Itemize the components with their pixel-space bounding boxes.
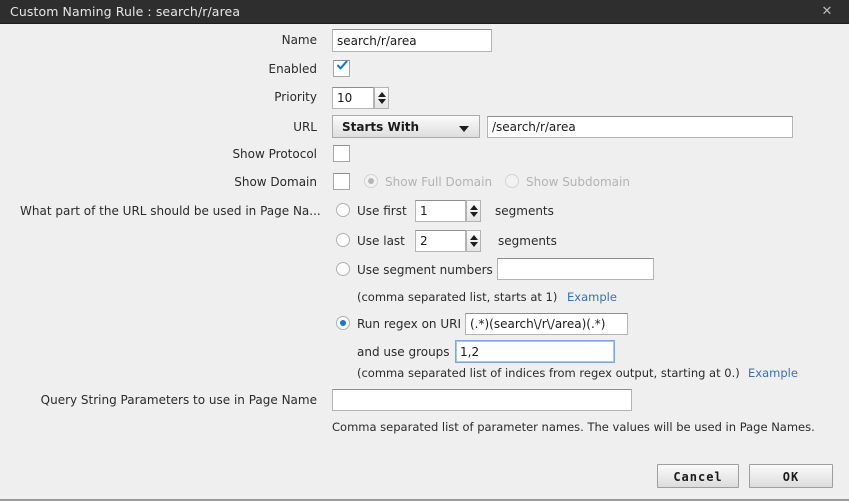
query-string-label: Query String Parameters to use in Page N… (40, 393, 317, 407)
name-input[interactable] (332, 29, 492, 52)
use-first-radio[interactable] (336, 203, 350, 217)
dialog-titlebar: Custom Naming Rule : search/r/area ✕ (0, 0, 849, 24)
stepper-up-icon[interactable] (470, 205, 478, 210)
url-part-question-label: What part of the URL should be used in P… (20, 204, 321, 218)
use-first-suffix-label: segments (495, 204, 554, 218)
segments-example-link[interactable]: Example (567, 290, 617, 304)
enabled-label: Enabled (268, 62, 318, 76)
stepper-up-icon[interactable] (378, 92, 386, 97)
show-protocol-label: Show Protocol (232, 147, 317, 161)
url-match-type-dropdown[interactable]: Starts With (332, 115, 480, 138)
show-domain-checkbox[interactable] (333, 173, 350, 190)
url-label: URL (293, 120, 317, 134)
show-domain-label: Show Domain (234, 175, 317, 189)
stepper-down-icon[interactable] (470, 212, 478, 217)
priority-label: Priority (274, 90, 317, 104)
check-icon (336, 60, 348, 70)
url-match-type-value: Starts With (342, 120, 420, 134)
cancel-button[interactable]: Cancel (657, 464, 739, 488)
enabled-checkbox[interactable] (333, 60, 350, 77)
query-string-hint: Comma separated list of parameter names.… (332, 420, 815, 434)
url-value-input[interactable] (487, 116, 793, 138)
segments-hint: (comma separated list, starts at 1) (357, 290, 558, 304)
and-use-groups-label: and use groups (357, 345, 450, 359)
use-first-stepper[interactable] (466, 200, 481, 222)
query-string-input[interactable] (332, 389, 632, 411)
use-last-input[interactable] (415, 230, 466, 252)
use-first-input[interactable] (415, 200, 466, 222)
close-icon[interactable]: ✕ (819, 4, 835, 20)
use-segment-numbers-input[interactable] (497, 258, 654, 280)
stepper-up-icon[interactable] (470, 235, 478, 240)
use-first-label: Use first (357, 204, 407, 218)
use-last-radio[interactable] (336, 233, 350, 247)
groups-hint: (comma separated list of indices from re… (357, 366, 740, 380)
show-full-domain-label: Show Full Domain (385, 175, 493, 189)
priority-stepper[interactable] (374, 87, 389, 109)
custom-naming-rule-dialog: Custom Naming Rule : search/r/area ✕ Nam… (0, 0, 849, 501)
groups-example-link[interactable]: Example (748, 366, 798, 380)
stepper-down-icon[interactable] (378, 99, 386, 104)
name-label: Name (281, 33, 317, 47)
ok-button[interactable]: OK (749, 464, 833, 488)
chevron-down-icon (459, 126, 469, 132)
run-regex-radio[interactable] (336, 316, 350, 330)
show-subdomain-radio (505, 174, 519, 188)
priority-input[interactable] (332, 87, 374, 109)
and-use-groups-input[interactable] (455, 340, 615, 363)
show-subdomain-label: Show Subdomain (526, 175, 630, 189)
show-full-domain-radio (364, 174, 378, 188)
use-last-suffix-label: segments (498, 234, 557, 248)
show-protocol-checkbox[interactable] (333, 145, 350, 162)
dialog-title: Custom Naming Rule : search/r/area (10, 4, 241, 19)
use-segment-numbers-radio[interactable] (336, 262, 350, 276)
use-last-stepper[interactable] (466, 230, 481, 252)
use-last-label: Use last (357, 234, 405, 248)
run-regex-input[interactable] (465, 313, 628, 335)
stepper-down-icon[interactable] (470, 242, 478, 247)
run-regex-label: Run regex on URI (357, 317, 462, 331)
use-segment-numbers-label: Use segment numbers (357, 263, 493, 277)
